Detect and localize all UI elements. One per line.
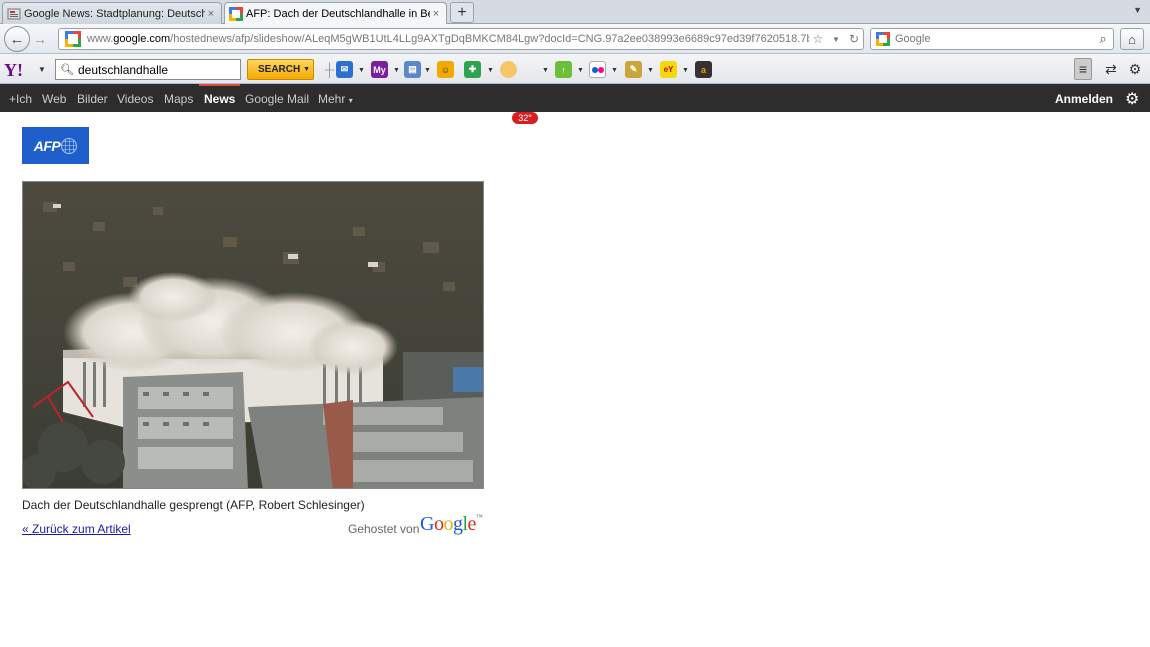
globe-icon — [61, 137, 78, 154]
amazon-icon[interactable]: a — [695, 61, 712, 78]
search-input[interactable]: Google — [895, 33, 1093, 45]
chevron-down-icon: ▾ — [348, 96, 353, 105]
tab-afp[interactable]: AFP: Dach der Deutschlandhalle in Berlin… — [224, 2, 447, 25]
mail-icon[interactable]: ✉ — [336, 61, 353, 78]
gbar-item-videos[interactable]: Videos — [117, 92, 153, 106]
back-arrow-icon: ← — [9, 30, 25, 48]
ebay-dropdown-icon[interactable]: ▼ — [682, 67, 689, 74]
news-photo — [22, 181, 484, 489]
close-tab-icon[interactable]: × — [205, 8, 217, 20]
messenger-icon[interactable]: ☺ — [437, 61, 454, 78]
url-text[interactable]: www.google.com/hostednews/afp/slideshow/… — [87, 33, 809, 45]
search-icon: 🔍︎ — [60, 64, 74, 76]
yahoo-menu-dropdown-icon[interactable]: ▼ — [38, 65, 46, 74]
news-favicon-icon — [7, 7, 21, 21]
sidebar-toggle-icon[interactable]: ≡ — [1074, 58, 1092, 80]
close-tab-icon[interactable]: × — [430, 8, 442, 20]
signin-link[interactable]: Anmelden — [1055, 92, 1113, 106]
ebay-icon[interactable]: eY — [660, 61, 677, 78]
notes-icon[interactable]: ✎ — [625, 61, 642, 78]
gbar-item-bilder[interactable]: Bilder — [77, 92, 108, 106]
tab-title: Google News: Stadtplanung: Deutschlan... — [24, 7, 205, 20]
games-icon[interactable]: ✚ — [464, 61, 481, 78]
gbar-item-web[interactable]: Web — [42, 92, 66, 106]
weather-temperature-badge: 32° — [512, 112, 538, 124]
tab-title: AFP: Dach der Deutschlandhalle in Berlin… — [246, 8, 430, 20]
gbar-item-news[interactable]: News — [204, 92, 235, 106]
afp-logo: AFP — [22, 127, 89, 164]
sync-icon[interactable]: ⇄ — [1100, 58, 1122, 80]
search-engine-icon[interactable] — [871, 32, 895, 46]
new-tab-button[interactable]: + — [450, 2, 474, 23]
home-button[interactable]: ⌂ — [1120, 28, 1144, 50]
flickr-icon[interactable] — [589, 61, 606, 78]
tab-list-dropdown-icon[interactable]: ▼ — [1133, 5, 1142, 15]
forward-arrow-icon: → — [33, 31, 47, 47]
bookmarks-icon[interactable]: ▤ — [404, 61, 421, 78]
hosted-by-label: Gehostet von — [348, 522, 420, 536]
my-yahoo-icon[interactable]: My — [371, 61, 388, 78]
photo-caption: Dach der Deutschlandhalle gesprengt (AFP… — [22, 498, 365, 512]
toolbar-settings-gear-icon[interactable]: ⚙ — [1124, 58, 1146, 80]
navigation-bar: ← → www.google.com/hostednews/afp/slides… — [0, 24, 1150, 54]
bookmark-star-icon[interactable]: ☆ — [809, 32, 827, 46]
google-logo[interactable]: Google™ — [420, 513, 483, 536]
bookmarks-dropdown-icon[interactable]: ▼ — [424, 67, 431, 74]
url-history-dropdown-icon[interactable]: ▼ — [827, 35, 845, 44]
google-bar: +Ich Web Bilder Videos Maps News Google … — [0, 84, 1150, 112]
search-magnifier-icon[interactable]: ⌕ — [1093, 31, 1113, 47]
gbar-item-mehr[interactable]: Mehr ▾ — [318, 92, 353, 106]
search-bar[interactable]: Google ⌕ — [870, 28, 1114, 50]
reload-icon[interactable]: ↻ — [845, 32, 863, 46]
tab-google-news[interactable]: Google News: Stadtplanung: Deutschlan...… — [2, 2, 222, 24]
url-bar[interactable]: www.google.com/hostednews/afp/slideshow/… — [58, 28, 864, 50]
home-icon: ⌂ — [1128, 31, 1136, 47]
mail-dropdown-icon[interactable]: ▼ — [358, 67, 365, 74]
answers-icon[interactable]: ↑ — [555, 61, 572, 78]
yahoo-search-input[interactable]: 🔍︎ deutschlandhalle — [55, 59, 241, 80]
back-button[interactable]: ← — [4, 26, 30, 52]
my-yahoo-dropdown-icon[interactable]: ▼ — [393, 67, 400, 74]
forward-button[interactable]: → — [30, 30, 50, 48]
flickr-dropdown-icon[interactable]: ▼ — [611, 67, 618, 74]
gbar-item-maps[interactable]: Maps — [164, 92, 193, 106]
yahoo-toolbar: Y! ▼ 🔍︎ deutschlandhalle SEARCH ▼ ┼ ✉ ▼ M… — [0, 54, 1150, 124]
back-to-article-link[interactable]: « Zurück zum Artikel — [22, 522, 131, 536]
google-favicon-icon — [229, 7, 243, 21]
yahoo-logo[interactable]: Y! — [4, 60, 23, 81]
weather-icon[interactable] — [500, 61, 517, 78]
gbar-item-google-mail[interactable]: Google Mail — [245, 92, 309, 106]
gbar-item-plus-ich[interactable]: +Ich — [9, 92, 32, 106]
games-dropdown-icon[interactable]: ▼ — [487, 67, 494, 74]
tab-strip: Google News: Stadtplanung: Deutschlan...… — [0, 0, 1150, 25]
notes-dropdown-icon[interactable]: ▼ — [647, 67, 654, 74]
site-identity-icon[interactable] — [63, 29, 83, 49]
weather-dropdown-icon[interactable]: ▼ — [542, 67, 549, 74]
answers-dropdown-icon[interactable]: ▼ — [577, 67, 584, 74]
selected-indicator — [199, 84, 240, 86]
yahoo-search-button[interactable]: SEARCH ▼ — [247, 59, 314, 80]
gear-icon[interactable]: ⚙ — [1125, 89, 1139, 109]
